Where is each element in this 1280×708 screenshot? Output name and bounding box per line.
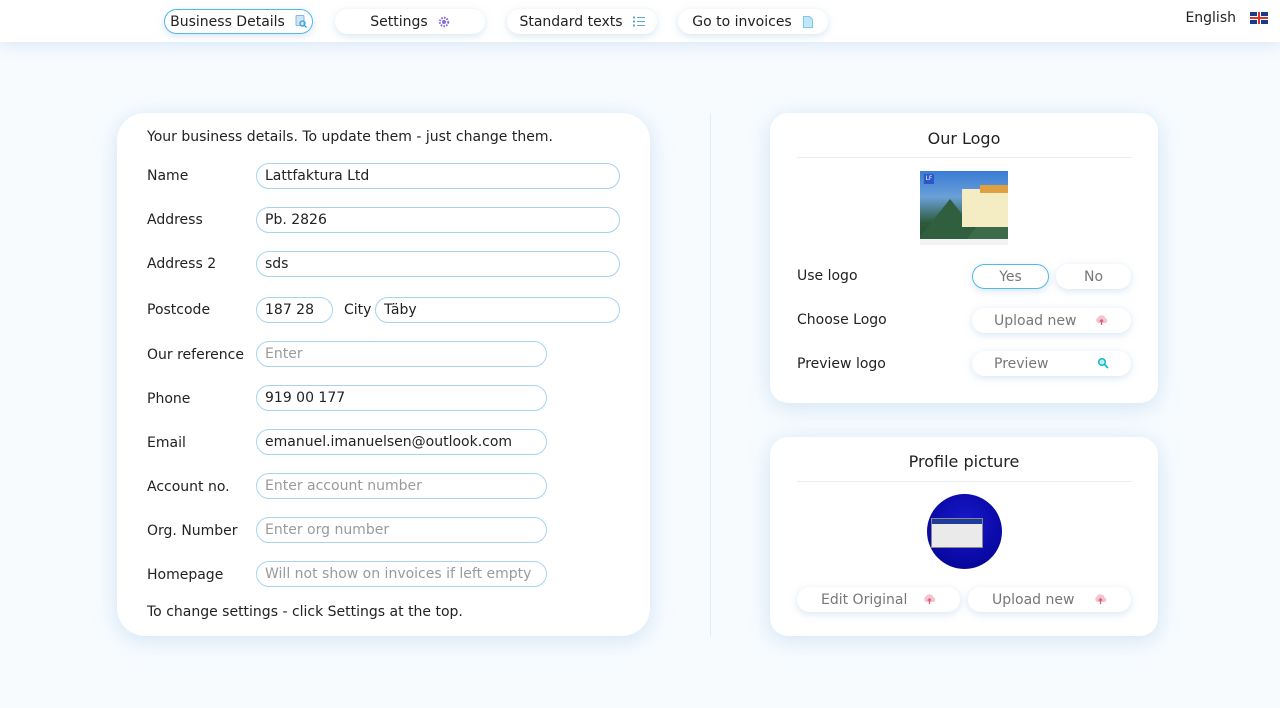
business-details-card: Your business details. To update them - … <box>117 113 650 636</box>
yes-label: Yes <box>999 268 1022 285</box>
address-input[interactable]: Pb. 2826 <box>256 207 620 233</box>
upload-icon <box>923 594 936 608</box>
address-label: Address <box>147 212 203 228</box>
profile-card-title: Profile picture <box>908 452 1020 471</box>
choose-logo-label: Choose Logo <box>797 312 887 328</box>
upload-logo-button[interactable]: Upload new <box>972 308 1131 333</box>
city-label: City <box>344 302 372 318</box>
nav-label: Business Details <box>170 13 285 30</box>
upload-icon <box>1094 594 1107 608</box>
nav-go-to-invoices[interactable]: Go to invoices <box>678 9 828 34</box>
upload-icon <box>1095 315 1108 329</box>
settings-hint: To change settings - click Settings at t… <box>147 604 463 620</box>
list-icon <box>632 16 645 28</box>
edit-original-button[interactable]: Edit Original <box>797 587 960 612</box>
nav-standard-texts[interactable]: Standard texts <box>507 9 657 34</box>
postcode-label: Postcode <box>147 302 211 318</box>
nav-label: Settings <box>370 13 428 30</box>
no-label: No <box>1083 268 1104 285</box>
account-input[interactable]: Enter account number <box>256 473 547 499</box>
account-label: Account no. <box>147 479 230 495</box>
address2-label: Address 2 <box>147 256 217 272</box>
language-label: English <box>1185 10 1236 26</box>
postcode-input[interactable]: 187 28 <box>256 297 333 323</box>
profile-card-divider <box>797 481 1132 482</box>
edit-original-label: Edit Original <box>821 591 908 608</box>
use-logo-label: Use logo <box>797 268 858 284</box>
org-number-input[interactable]: Enter org number <box>256 517 547 543</box>
reference-input[interactable]: Enter <box>256 341 547 367</box>
top-nav: Business Details Settings Standard texts… <box>0 0 1280 42</box>
org-number-label: Org. Number <box>147 523 238 539</box>
profile-picture-card: Profile picture Edit Original Upload new <box>770 437 1158 636</box>
name-input[interactable]: Lattfaktura Ltd <box>256 163 620 189</box>
profile-avatar <box>927 494 1002 569</box>
use-logo-no-button[interactable]: No <box>1056 264 1131 289</box>
homepage-label: Homepage <box>147 567 224 583</box>
reference-label: Our reference <box>147 347 244 363</box>
nav-settings[interactable]: Settings <box>335 9 485 34</box>
column-divider <box>710 113 711 636</box>
email-label: Email <box>147 435 186 451</box>
intro-text: Your business details. To update them - … <box>147 129 553 145</box>
logo-badge: LF <box>924 174 934 184</box>
nav-label: Standard texts <box>519 13 623 30</box>
address2-input[interactable]: sds <box>256 251 620 277</box>
magnifier-icon <box>1097 357 1109 372</box>
logo-card-divider <box>797 157 1132 158</box>
upload-logo-label: Upload new <box>994 312 1077 329</box>
name-label: Name <box>147 168 189 184</box>
email-input[interactable]: emanuel.imanuelsen@outlook.com <box>256 429 547 455</box>
nav-business-details[interactable]: Business Details <box>164 9 313 34</box>
gear-icon <box>438 16 450 28</box>
nav-label: Go to invoices <box>692 13 792 30</box>
search-doc-icon <box>295 15 307 28</box>
uk-flag-icon <box>1250 12 1268 24</box>
logo-image: LF <box>920 171 1008 245</box>
city-input[interactable]: Täby <box>375 297 620 323</box>
phone-label: Phone <box>147 391 191 407</box>
language-selector[interactable]: English <box>1185 10 1268 26</box>
document-icon <box>802 15 814 28</box>
upload-profile-button[interactable]: Upload new <box>968 587 1131 612</box>
preview-logo-button[interactable]: Preview <box>972 351 1131 376</box>
logo-card-title: Our Logo <box>927 129 1001 148</box>
logo-card: Our Logo LF Use logo Yes No Choose Logo … <box>770 113 1158 403</box>
preview-logo-label: Preview logo <box>797 356 886 372</box>
homepage-input[interactable]: Will not show on invoices if left empty <box>256 561 547 587</box>
use-logo-yes-button[interactable]: Yes <box>972 264 1049 289</box>
phone-input[interactable]: 919 00 177 <box>256 385 547 411</box>
preview-label: Preview <box>994 355 1049 372</box>
upload-profile-label: Upload new <box>992 591 1075 608</box>
